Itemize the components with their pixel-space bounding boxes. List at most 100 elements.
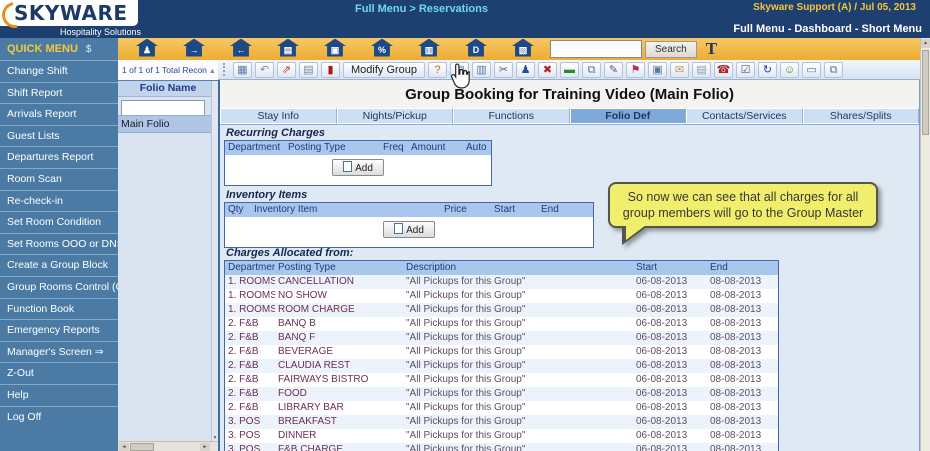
sidebar-item[interactable]: Log Off: [0, 405, 118, 428]
table-row[interactable]: 2. F&B FAIRWAYS BISTRO "All Pickups for …: [225, 373, 778, 387]
folio-vertical-scrollbar[interactable]: ▼: [211, 81, 218, 442]
table-row[interactable]: 2. F&B BEVERAGE "All Pickups for this Gr…: [225, 345, 778, 359]
email-icon[interactable]: ✉: [670, 61, 690, 78]
home-daily-icon[interactable]: D: [459, 38, 493, 60]
save-icon[interactable]: ▦: [233, 61, 252, 78]
folio-name-column-header[interactable]: Folio Name: [118, 81, 218, 97]
table-row[interactable]: 3. POS F&B CHARGE "All Pickups for this …: [225, 443, 778, 451]
folio-transfer-icon[interactable]: ▥: [472, 61, 492, 78]
home-documents-icon[interactable]: ▧: [506, 38, 540, 60]
text-tool-icon[interactable]: T: [706, 39, 717, 59]
toolbar-grip-handle[interactable]: [223, 63, 227, 76]
sidebar-item[interactable]: Group Rooms Control (GRC): [0, 275, 118, 298]
sidebar-item[interactable]: Manager's Screen ⇒: [0, 340, 118, 363]
charges-allocated-header-row: Department Posting Type Description Star…: [225, 261, 778, 275]
table-row[interactable]: 2. F&B CLAUDIA REST "All Pickups for thi…: [225, 359, 778, 373]
scrollbar-thumb[interactable]: [130, 443, 154, 451]
home-checkout-icon[interactable]: ←: [224, 38, 258, 60]
tab[interactable]: Contacts/Services: [686, 108, 803, 124]
home-folio-icon[interactable]: ▣: [318, 38, 352, 60]
cell-posting-type: CANCELLATION: [278, 276, 354, 287]
home-rates-icon[interactable]: %: [365, 38, 399, 60]
sidebar-item[interactable]: Help: [0, 383, 118, 406]
table-row[interactable]: 2. F&B BANQ F "All Pickups for this Grou…: [225, 331, 778, 345]
table-row[interactable]: 1. ROOMS CANCELLATION "All Pickups for t…: [225, 275, 778, 289]
tab[interactable]: Functions: [453, 108, 570, 124]
sidebar-item[interactable]: Set Rooms OOO or DNS: [0, 232, 118, 255]
guest-smiley-icon[interactable]: ☺: [780, 61, 800, 78]
sidebar-item[interactable]: Z-Out: [0, 362, 118, 384]
edit-tools-icon[interactable]: ✎: [604, 61, 624, 78]
sidebar-item[interactable]: Emergency Reports: [0, 319, 118, 341]
sidebar-item[interactable]: Create a Group Block: [0, 254, 118, 276]
ticket-icon[interactable]: ▭: [802, 61, 822, 78]
page-vertical-scrollbar[interactable]: ▲: [920, 38, 930, 451]
modify-group-button[interactable]: Modify Group: [343, 61, 426, 78]
nav-dashboard[interactable]: Dashboard: [794, 23, 851, 35]
folio-filter-input[interactable]: [121, 100, 205, 116]
share-guests-icon[interactable]: ♟: [516, 61, 536, 78]
table-row[interactable]: 2. F&B FOOD "All Pickups for this Group"…: [225, 387, 778, 401]
home-checkin-icon[interactable]: →: [177, 38, 211, 60]
search-input[interactable]: [550, 40, 642, 58]
phone-icon[interactable]: ☎: [714, 61, 734, 78]
group-rooms-icon[interactable]: ⚑: [626, 61, 646, 78]
home-reservations-icon[interactable]: ▤: [271, 38, 305, 60]
folio-list-item[interactable]: Main Folio: [118, 115, 213, 133]
cut-icon[interactable]: ✂: [494, 61, 514, 78]
scroll-left-icon[interactable]: ◄: [119, 443, 129, 451]
column-header: Department: [228, 262, 275, 273]
tab[interactable]: Nights/Pickup: [336, 108, 453, 124]
nav-full-menu[interactable]: Full Menu: [733, 23, 784, 35]
sidebar-item-label: Emergency Reports: [7, 324, 100, 337]
sidebar-item[interactable]: Re-check-in: [0, 189, 118, 212]
guest-profile-icon[interactable]: ▤: [450, 61, 470, 78]
print-icon[interactable]: ▤: [299, 61, 318, 78]
notes-icon[interactable]: ▤: [692, 61, 712, 78]
cell-posting-type: DINNER: [278, 430, 317, 441]
help-icon[interactable]: ?: [428, 61, 448, 78]
table-row[interactable]: 1. ROOMS NO SHOW "All Pickups for this G…: [225, 289, 778, 303]
record-navigator[interactable]: 1 of 1 of 1 Total Recon ▲: [118, 60, 218, 80]
sidebar-item[interactable]: Function Book: [0, 297, 118, 320]
house-shape: %: [371, 38, 393, 57]
home-reports-icon[interactable]: ▥: [412, 38, 446, 60]
sidebar-item[interactable]: Change Shift: [0, 60, 118, 82]
ledger-book-icon[interactable]: ▮: [321, 61, 340, 78]
table-row[interactable]: 2. F&B BANQ B "All Pickups for this Grou…: [225, 317, 778, 331]
cell-description: "All Pickups for this Group": [406, 374, 526, 385]
scroll-right-icon[interactable]: ►: [200, 443, 210, 451]
table-row[interactable]: 3. POS BREAKFAST "All Pickups for this G…: [225, 415, 778, 429]
table-row[interactable]: 3. POS DINNER "All Pickups for this Grou…: [225, 429, 778, 443]
undo-icon[interactable]: ↶: [255, 61, 274, 78]
sidebar-item[interactable]: Guest Lists: [0, 124, 118, 147]
tab[interactable]: Shares/Splits: [802, 108, 919, 124]
scroll-up-icon[interactable]: ▲: [921, 39, 930, 48]
search-button[interactable]: Search: [645, 40, 697, 58]
refresh-icon[interactable]: ↻: [758, 61, 778, 78]
add-inventory-item-button[interactable]: Add: [383, 221, 435, 238]
table-row[interactable]: 1. ROOMS ROOM CHARGE "All Pickups for th…: [225, 303, 778, 317]
sidebar-item[interactable]: Arrivals Report: [0, 103, 118, 125]
home-walkin-icon[interactable]: ♟: [130, 38, 164, 60]
checklist-icon[interactable]: ☑: [736, 61, 756, 78]
folio-form-icon[interactable]: ▣: [648, 61, 668, 78]
copy-icon[interactable]: ⧉: [582, 61, 602, 78]
sidebar-item[interactable]: Departures Report: [0, 146, 118, 168]
add-recurring-charge-button[interactable]: Add: [332, 159, 384, 176]
tab[interactable]: Stay Info: [220, 108, 337, 124]
sidebar-item[interactable]: Room Scan: [0, 167, 118, 190]
folio-horizontal-scrollbar[interactable]: ◄ ►: [118, 441, 218, 451]
sidebar-item[interactable]: Shift Report: [0, 81, 118, 104]
payment-icon[interactable]: ▬: [560, 61, 580, 78]
nav-short-menu[interactable]: Short Menu: [862, 23, 923, 35]
record-nav-up-icon[interactable]: ▲: [209, 68, 216, 75]
cancel-icon[interactable]: ✖: [538, 61, 558, 78]
sidebar-item[interactable]: Set Room Condition: [0, 211, 118, 233]
table-row[interactable]: 2. F&B LIBRARY BAR "All Pickups for this…: [225, 401, 778, 415]
tickets-icon[interactable]: ⧉: [824, 61, 844, 78]
breadcrumb[interactable]: Full Menu > Reservations: [355, 3, 488, 15]
tab[interactable]: Folio Def: [569, 108, 686, 124]
post-charge-icon[interactable]: ⇗: [277, 61, 296, 78]
scrollbar-thumb[interactable]: [922, 50, 929, 135]
